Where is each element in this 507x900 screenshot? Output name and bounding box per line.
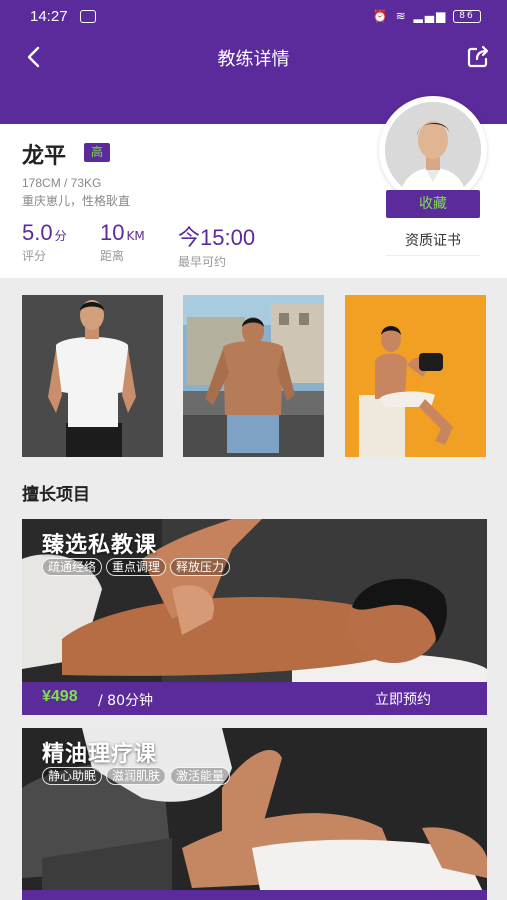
course-2-tags: 静心助眠 滋润肌肤 激活能量 <box>42 765 234 785</box>
stat-earliest-value: 今15:00 <box>178 225 256 250</box>
stat-distance: 10 KM 距离 <box>100 220 145 264</box>
stat-earliest: 今15:00 最早可约 <box>178 220 255 270</box>
alarm-icon: ⏰ <box>372 9 390 23</box>
share-icon[interactable] <box>465 44 491 70</box>
course-2-price-bar <box>22 890 487 900</box>
course-tag: 释放压力 <box>170 558 231 576</box>
message-icon <box>80 10 96 23</box>
stat-distance-label: 距离 <box>100 249 125 263</box>
course-1-price-bar: ¥498 / 80分钟 立即预约 <box>22 682 487 715</box>
course-card-1[interactable]: 臻选私教课 疏通经络 重点调理 释放压力 ¥498 / 80分钟 立即预约 <box>22 519 487 715</box>
stat-rating-label: 评分 <box>22 249 47 263</box>
stat-rating-unit: 分 <box>54 229 67 243</box>
battery-icon: 86 <box>453 10 481 23</box>
course-2-title: 精油理疗课 <box>42 742 158 767</box>
page-title: 教练详情 <box>217 49 290 70</box>
stat-distance-value: 10 <box>100 220 125 245</box>
course-tag: 激活能量 <box>170 767 231 785</box>
wifi-icon: ≋ <box>395 9 408 23</box>
stat-earliest-label: 最早可约 <box>178 255 227 269</box>
stat-rating-value: 5.0 <box>22 220 53 245</box>
avatar[interactable] <box>385 102 481 198</box>
course-card-2[interactable]: 精油理疗课 静心助眠 滋润肌肤 激活能量 <box>22 728 487 900</box>
course-1-price: ¥498 <box>42 688 78 705</box>
coach-photo-1[interactable] <box>22 295 163 457</box>
book-now-button[interactable]: 立即预约 <box>375 689 431 709</box>
course-1-tags: 疏通经络 重点调理 释放压力 <box>42 556 234 576</box>
favorite-button[interactable]: 收藏 <box>386 190 480 218</box>
status-time: 14:27 <box>30 8 68 25</box>
status-bar: 14:27 ⏰ ≋ ▂▄▆ 86 <box>0 0 507 34</box>
coach-photo-2[interactable] <box>183 295 324 457</box>
coach-body-info: 178CM / 73KG <box>22 176 102 190</box>
stat-rating: 5.0 分 评分 <box>22 220 67 264</box>
course-tag: 滋润肌肤 <box>106 767 167 785</box>
coach-name: 龙平 <box>22 144 67 169</box>
course-1-duration: / 80分钟 <box>98 693 153 709</box>
certificate-button[interactable]: 资质证书 <box>386 226 480 256</box>
signal-icon: ▂▄▆ <box>413 9 448 23</box>
system-icons: ⏰ ≋ ▂▄▆ 86 <box>373 9 481 23</box>
stat-distance-unit: KM <box>126 229 145 243</box>
level-badge: 高 <box>84 143 110 162</box>
avatar-frame <box>379 96 487 204</box>
course-tag: 静心助眠 <box>42 767 103 785</box>
course-1-title: 臻选私教课 <box>42 533 158 558</box>
course-tag: 重点调理 <box>106 558 167 576</box>
coach-intro: 重庆崽儿，性格耿直 <box>22 194 131 208</box>
section-title-specialties: 擅长项目 <box>22 485 90 505</box>
course-tag: 疏通经络 <box>42 558 103 576</box>
coach-photo-3[interactable] <box>345 295 486 457</box>
